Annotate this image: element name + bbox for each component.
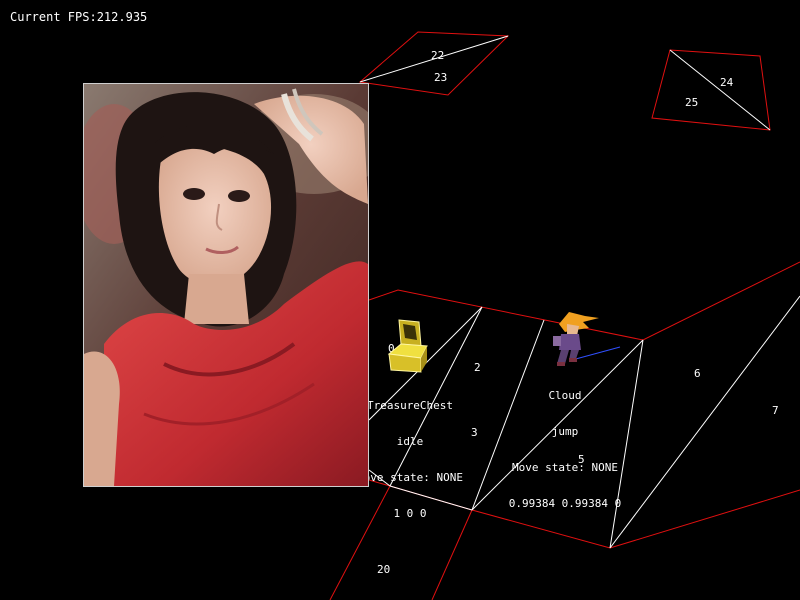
triangle-label-24: 24 — [720, 76, 734, 89]
portrait-photo[interactable] — [83, 83, 369, 487]
cloud-character-sprite[interactable] — [545, 310, 605, 368]
triangle-label-7: 7 — [772, 404, 779, 417]
triangle-label-22: 22 — [431, 49, 445, 62]
triangle-label-25: 25 — [685, 96, 699, 109]
triangle-label-6: 6 — [694, 367, 701, 380]
cloud-vector: 0.99384 0.99384 0 — [508, 497, 622, 510]
fps-value: 212.935 — [96, 10, 148, 24]
portrait-photo-image — [84, 84, 368, 486]
cloud-name: Cloud — [548, 389, 582, 402]
triangle-label-2: 2 — [474, 361, 481, 374]
treasure-chest-vector: 1 0 0 — [393, 507, 427, 520]
fps-label: Current FPS: — [10, 10, 97, 24]
cloud-debug-label: Cloud jump Move state: NONE 0.99384 0.99… — [494, 366, 636, 522]
treasure-chest-sprite[interactable] — [387, 318, 433, 376]
mesh-quad-22-23 — [358, 31, 510, 96]
triangle-label-20: 20 — [377, 563, 391, 576]
fps-counter: Current FPS:212.935 — [10, 10, 147, 24]
triangle-label-3: 3 — [471, 426, 478, 439]
cloud-move-state: Move state: NONE — [512, 461, 618, 474]
cloud-state: jump — [551, 425, 579, 438]
triangle-label-23: 23 — [434, 71, 448, 84]
mesh-quad-24-25 — [651, 49, 771, 131]
